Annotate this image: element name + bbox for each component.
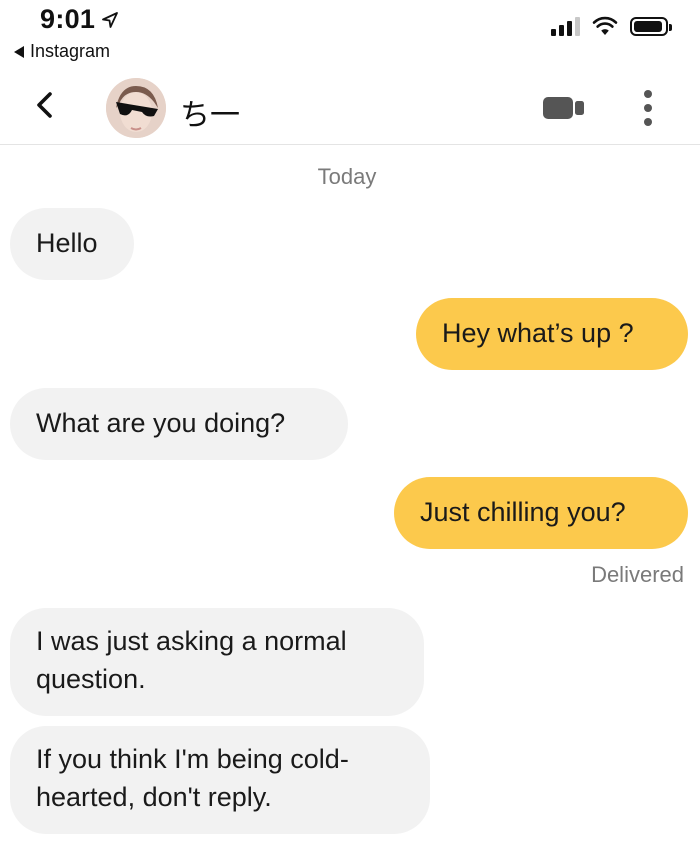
- message-text: If you think I'm being cold-hearted, don…: [36, 744, 349, 812]
- message-text: Hello: [36, 228, 98, 258]
- message-bubble-incoming[interactable]: What are you doing?: [10, 388, 348, 460]
- location-arrow-icon: [102, 11, 119, 28]
- video-camera-icon[interactable]: [540, 95, 588, 121]
- battery-icon: [630, 16, 672, 36]
- avatar-portrait-icon: [106, 78, 166, 138]
- message-text: I was just asking a normal question.: [36, 626, 347, 694]
- chat-header: ち一: [0, 70, 700, 145]
- date-separator: Today: [317, 164, 377, 189]
- back-app-label: Instagram: [30, 41, 111, 61]
- message-text: Hey what’s up ?: [442, 318, 634, 348]
- delivered-status: Delivered: [591, 562, 684, 587]
- status-time: 9:01: [40, 4, 119, 35]
- clock-text: 9:01: [40, 4, 96, 34]
- avatar[interactable]: [106, 78, 166, 138]
- chevron-left-icon[interactable]: [28, 88, 62, 122]
- more-vertical-icon[interactable]: [636, 88, 660, 128]
- contact-name[interactable]: ち一: [180, 90, 240, 134]
- wifi-icon: [592, 16, 618, 35]
- back-triangle-icon: [14, 45, 24, 58]
- message-text: Just chilling you?: [420, 497, 626, 527]
- message-bubble-outgoing[interactable]: Hey what’s up ?: [416, 298, 688, 370]
- back-to-app-button[interactable]: Instagram: [14, 41, 110, 62]
- status-indicators: [551, 16, 672, 36]
- message-bubble-outgoing[interactable]: Just chilling you?: [394, 477, 688, 549]
- message-text: What are you doing?: [36, 408, 286, 438]
- message-bubble-incoming[interactable]: Hello: [10, 208, 134, 280]
- message-bubble-incoming[interactable]: If you think I'm being cold-hearted, don…: [10, 726, 430, 834]
- status-bar: 9:01 Instagram: [0, 0, 700, 70]
- cellular-signal-icon: [551, 16, 580, 36]
- message-bubble-incoming[interactable]: I was just asking a normal question.: [10, 608, 424, 716]
